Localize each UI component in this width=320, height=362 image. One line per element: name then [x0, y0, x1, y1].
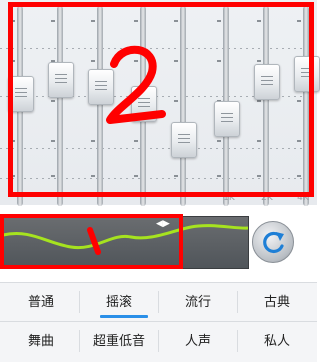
preset-dance[interactable]: 舞曲	[6, 334, 76, 350]
divider	[79, 291, 80, 313]
refresh-icon	[263, 231, 284, 254]
preset-normal[interactable]: 普通	[6, 295, 76, 311]
preset-vocal[interactable]: 人声	[163, 334, 233, 350]
preset-tabs: 普通 摇滚 流行 古典 舞曲 超重低音 人声 私人	[0, 282, 317, 362]
active-preset-indicator	[100, 315, 148, 318]
divider	[158, 330, 159, 352]
preset-rock[interactable]: 摇滚	[84, 295, 154, 311]
preset-custom[interactable]: 私人	[242, 334, 312, 350]
divider	[237, 330, 238, 352]
divider	[0, 321, 317, 322]
divider	[237, 291, 238, 313]
divider	[79, 330, 80, 352]
annotation-number-2	[106, 45, 166, 124]
annotation-number-1	[87, 227, 101, 255]
divider	[158, 291, 159, 313]
preset-super-bass[interactable]: 超重低音	[84, 334, 154, 350]
preset-classical[interactable]: 古典	[242, 295, 312, 311]
preset-pop[interactable]: 流行	[163, 295, 233, 311]
reset-button[interactable]	[252, 221, 294, 263]
